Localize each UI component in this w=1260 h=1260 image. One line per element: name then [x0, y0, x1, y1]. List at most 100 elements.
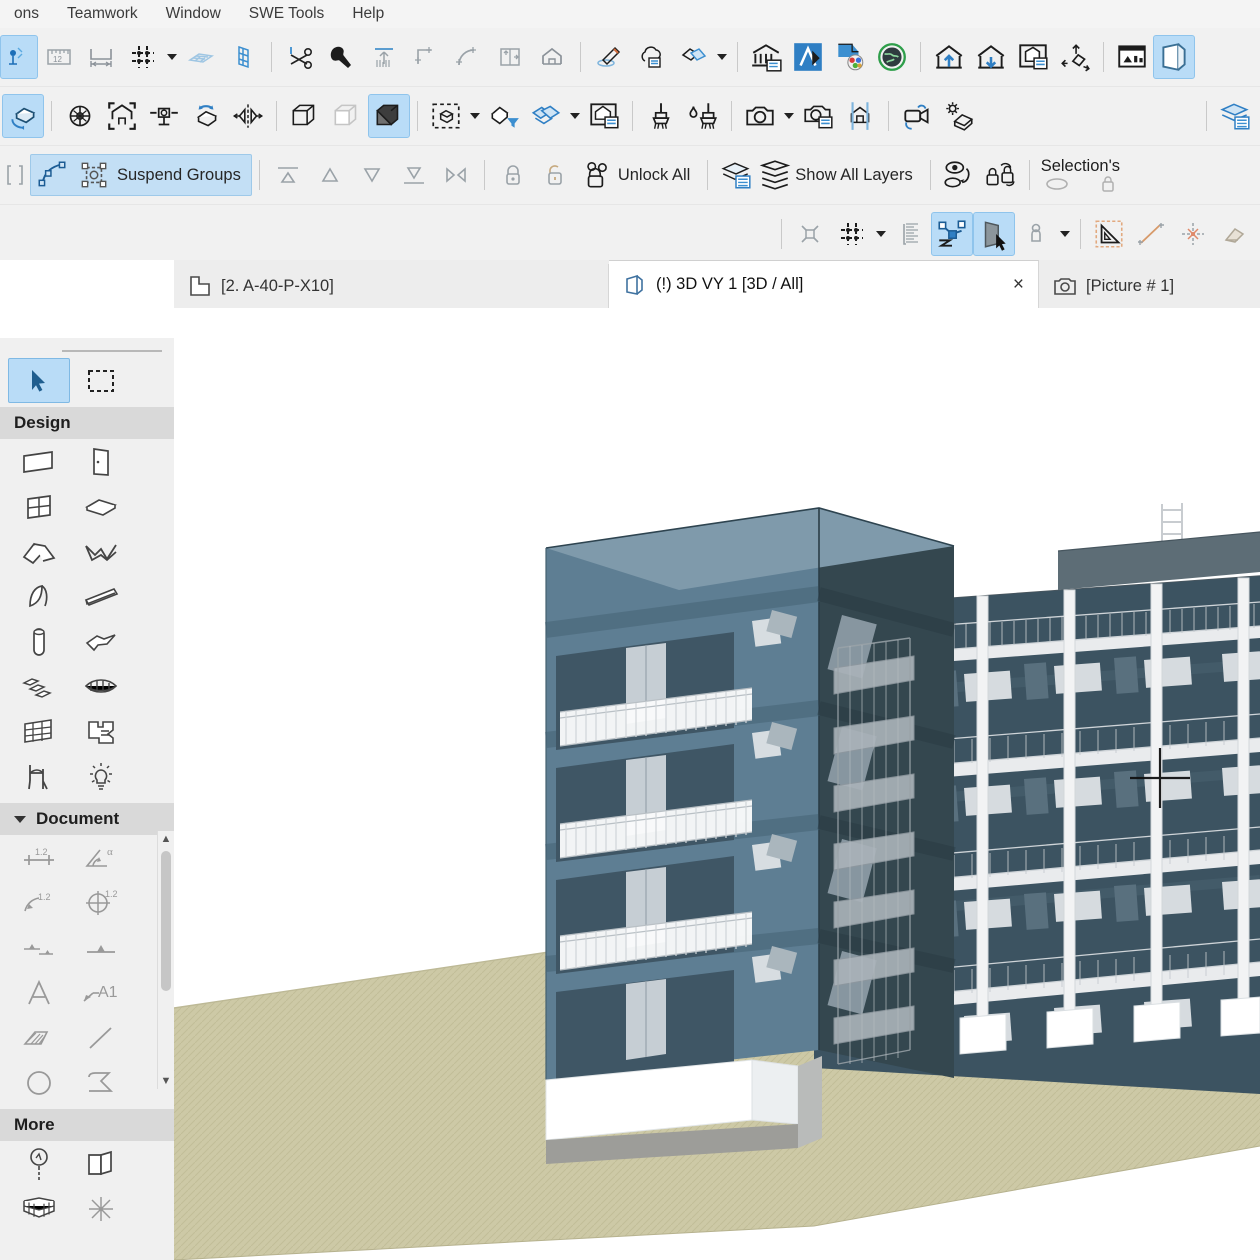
favorites-icon[interactable]: [672, 35, 714, 79]
classification-icon[interactable]: [745, 35, 787, 79]
polyline-tool[interactable]: [70, 1060, 132, 1105]
tab-picture[interactable]: [Picture # 1]: [1039, 264, 1259, 308]
lock-icon[interactable]: [492, 153, 534, 197]
gravity-icon[interactable]: [1015, 212, 1057, 256]
pen-edit-icon[interactable]: [588, 35, 630, 79]
grid-snap-icon[interactable]: [122, 35, 164, 79]
detail-tool[interactable]: [70, 1141, 132, 1186]
toolbox-header-design[interactable]: Design: [0, 407, 174, 439]
3d-viewport[interactable]: [174, 308, 1260, 1260]
menu-item-window[interactable]: Window: [152, 1, 235, 27]
magic-wand-icon[interactable]: [321, 35, 363, 79]
gravity-dropdown-caret[interactable]: [1057, 212, 1073, 256]
suspend-groups-group[interactable]: Suspend Groups: [30, 154, 252, 196]
view-options-icon[interactable]: [583, 94, 625, 138]
label-tool[interactable]: A1: [70, 970, 132, 1015]
guide-line-icon[interactable]: [1130, 212, 1172, 256]
radial-dimension-tool[interactable]: 1.2: [8, 880, 70, 925]
view-settings-icon[interactable]: [1012, 35, 1054, 79]
object-tool[interactable]: [8, 754, 70, 799]
text-tool[interactable]: [8, 970, 70, 1015]
scroll-down-arrow[interactable]: ▼: [158, 1073, 174, 1089]
renovation-dropdown-caret[interactable]: [567, 94, 583, 138]
camera-icon[interactable]: [739, 94, 781, 138]
snap-grid-dropdown-caret[interactable]: [873, 212, 889, 256]
guide-point-icon[interactable]: [1172, 212, 1214, 256]
beam-tool[interactable]: [70, 574, 132, 619]
grid-snap-dropdown-caret[interactable]: [164, 35, 180, 79]
orbit-3d-icon[interactable]: [2, 94, 44, 138]
merge-out-icon[interactable]: [970, 35, 1012, 79]
cut-scissors-icon[interactable]: [279, 35, 321, 79]
mirror-3d-icon[interactable]: [227, 94, 269, 138]
3d-window-icon[interactable]: [1153, 35, 1195, 79]
wireframe-icon[interactable]: [284, 94, 326, 138]
zone-tool[interactable]: [70, 709, 132, 754]
rotate-3d-icon[interactable]: [185, 94, 227, 138]
group-curve-icon[interactable]: [31, 153, 73, 197]
fillet-arc-icon[interactable]: [447, 35, 489, 79]
camera-dropdown-caret[interactable]: [781, 94, 797, 138]
roof-tool[interactable]: [8, 529, 70, 574]
fill-tool[interactable]: [8, 1015, 70, 1060]
video-camera-icon[interactable]: [896, 94, 938, 138]
toggle-lock-icon[interactable]: [978, 153, 1022, 197]
column-tool[interactable]: [8, 619, 70, 664]
camera-target-icon[interactable]: [143, 94, 185, 138]
flip-icon[interactable]: [435, 153, 477, 197]
ruler-12-icon[interactable]: 12: [38, 35, 80, 79]
tab-floor-plan[interactable]: [2. A-40-P-X10]: [174, 264, 609, 308]
level-mark-tool[interactable]: [70, 925, 132, 970]
globe-icon[interactable]: [871, 35, 913, 79]
toolbox-header-document[interactable]: Document: [0, 803, 174, 835]
level-dimension-tool[interactable]: [8, 925, 70, 970]
grid-plane-icon[interactable]: [222, 35, 264, 79]
elevate-bottom-icon[interactable]: [393, 153, 435, 197]
wall-tool[interactable]: [8, 439, 70, 484]
curtain-wall-tool[interactable]: [8, 709, 70, 754]
mesh-tool[interactable]: [70, 529, 132, 574]
trim-icon[interactable]: [363, 35, 405, 79]
toolbox-header-more[interactable]: More: [0, 1109, 174, 1141]
grid-element-tool[interactable]: [8, 1186, 70, 1231]
selection-lock-icon[interactable]: [1099, 174, 1117, 194]
tab-3d-view[interactable]: (!) 3D VY 1 [3D / All] ×: [609, 260, 1039, 308]
slab-tool[interactable]: [70, 484, 132, 529]
layers-panel-icon[interactable]: [715, 153, 757, 197]
dimension-settings-icon[interactable]: [0, 35, 38, 79]
suspend-groups-label[interactable]: Suspend Groups: [115, 153, 251, 197]
scroll-thumb[interactable]: [161, 851, 171, 991]
fit-in-window-icon[interactable]: [101, 94, 143, 138]
renovation-filter-icon[interactable]: [525, 94, 567, 138]
toggle-visibility-icon[interactable]: [938, 153, 978, 197]
circle-tool[interactable]: [8, 1060, 70, 1105]
menu-item-teamwork[interactable]: Teamwork: [53, 1, 152, 27]
filter-elements-icon[interactable]: [483, 94, 525, 138]
hidden-line-icon[interactable]: [326, 94, 368, 138]
stair-tool[interactable]: [8, 664, 70, 709]
tab-close-icon[interactable]: ×: [1013, 275, 1024, 294]
menu-item-swe-tools[interactable]: SWE Tools: [235, 1, 339, 27]
door-tool[interactable]: [70, 439, 132, 484]
merge-in-icon[interactable]: [928, 35, 970, 79]
line-tool[interactable]: [70, 1015, 132, 1060]
angle-dimension-tool[interactable]: α: [70, 835, 132, 880]
surface-painter-icon[interactable]: [682, 94, 724, 138]
element-select-icon[interactable]: [973, 212, 1015, 256]
elevation-dimension-tool[interactable]: 1.2: [70, 880, 132, 925]
split-icon[interactable]: [489, 35, 531, 79]
marquee-3d-icon[interactable]: [425, 94, 467, 138]
eraser-guides-icon[interactable]: [1214, 212, 1256, 256]
linear-dimension-tool[interactable]: 1.2: [8, 835, 70, 880]
wall-dimension-icon[interactable]: [80, 35, 122, 79]
mirror-house-icon[interactable]: [531, 35, 573, 79]
unlock-icon[interactable]: [534, 153, 576, 197]
archicad-a-icon[interactable]: [787, 35, 829, 79]
change-marker-tool[interactable]: [8, 1141, 70, 1186]
elevate-top-icon[interactable]: [267, 153, 309, 197]
snap-grid-icon[interactable]: [831, 212, 873, 256]
3d-axes-icon[interactable]: [1054, 35, 1096, 79]
cloud-properties-icon[interactable]: [630, 35, 672, 79]
offset-corner-icon[interactable]: [405, 35, 447, 79]
axonometric-icon[interactable]: [59, 94, 101, 138]
